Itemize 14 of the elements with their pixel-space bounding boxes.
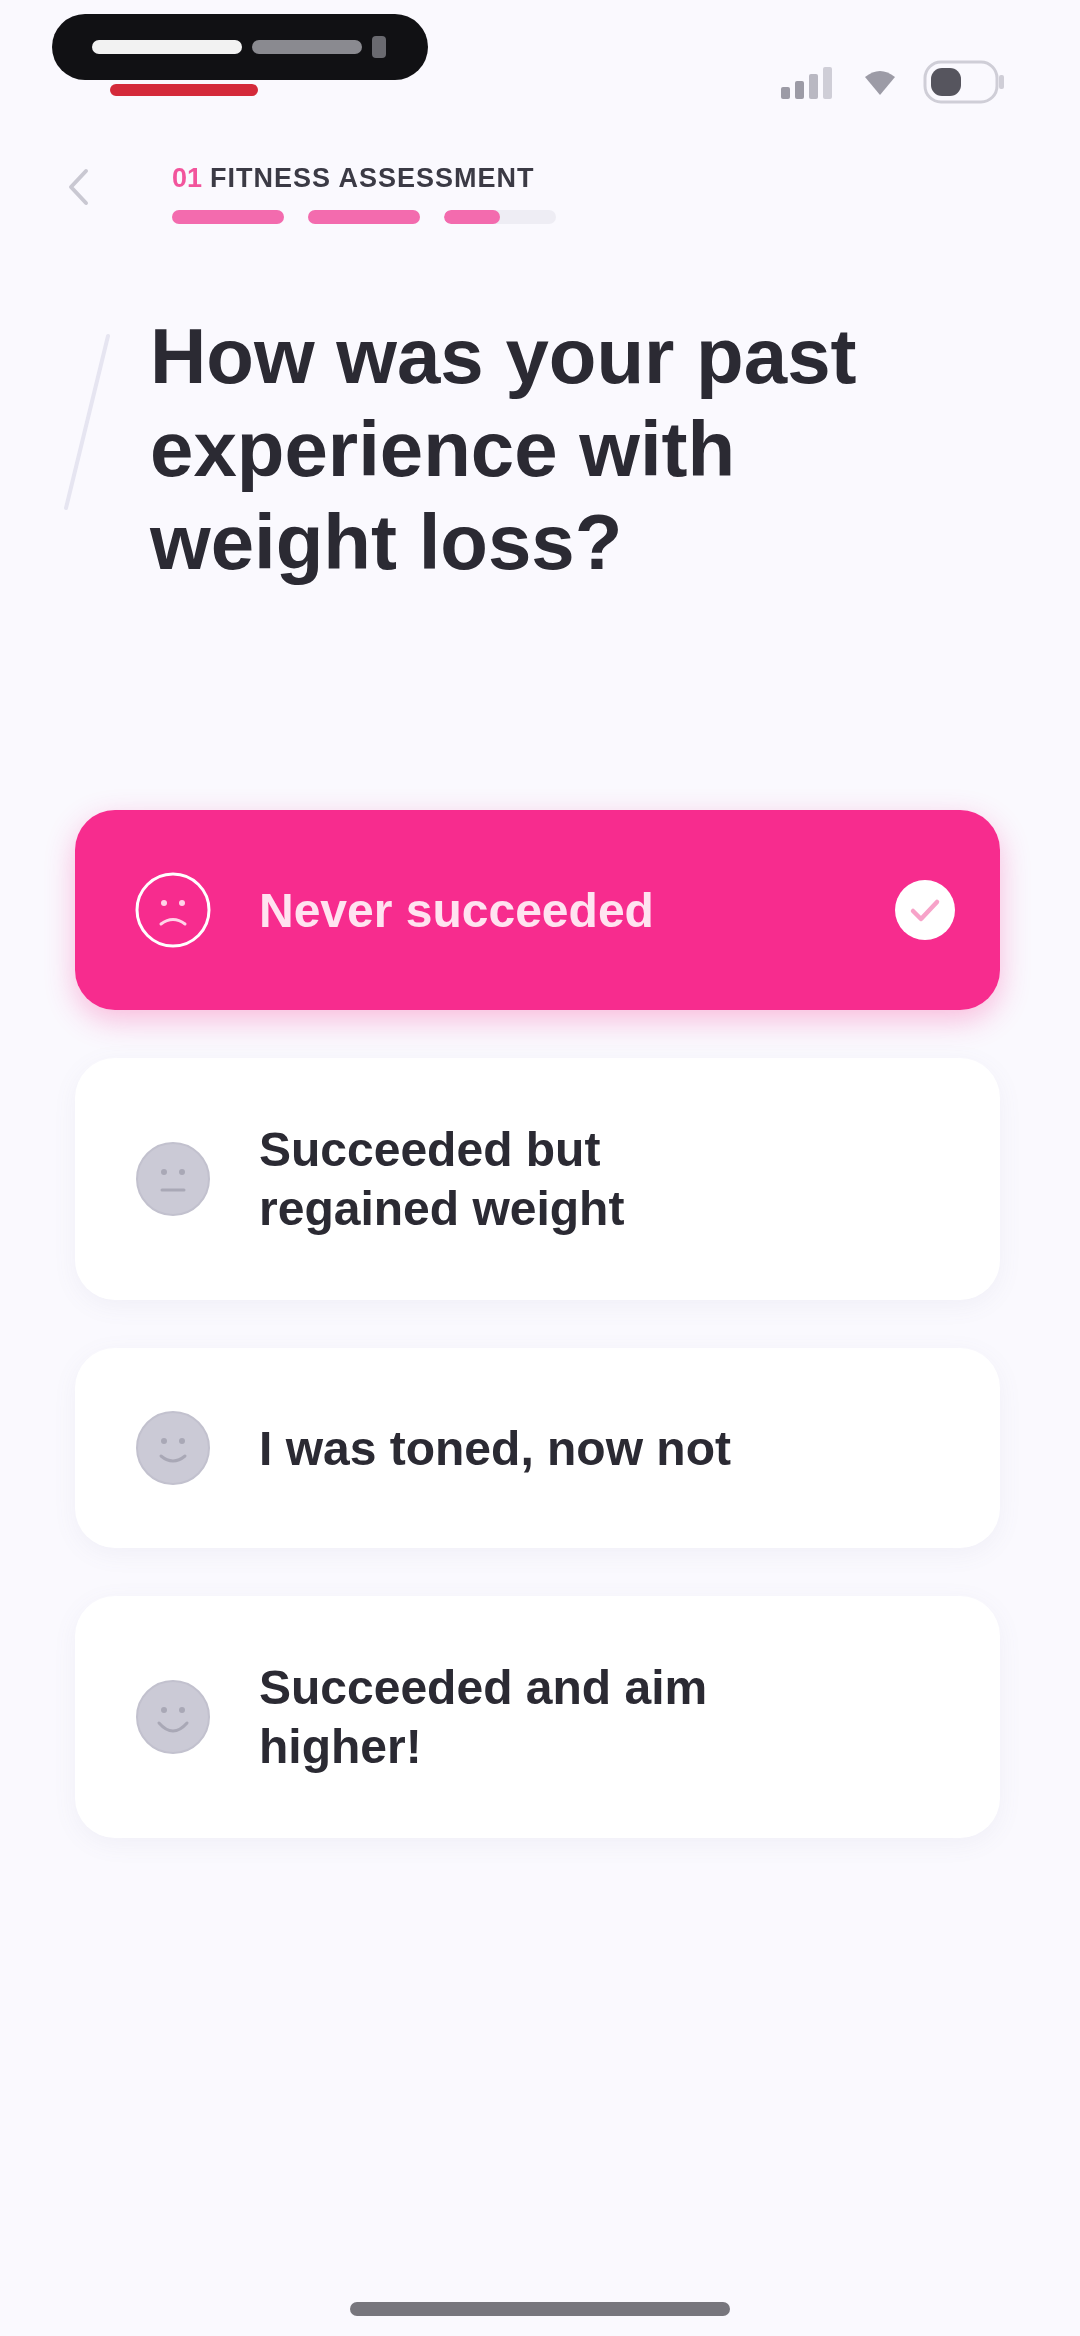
step-number: 01 xyxy=(172,162,203,194)
face-icon xyxy=(135,872,211,948)
answer-option[interactable]: I was toned, now not xyxy=(75,1348,1000,1548)
face-icon xyxy=(135,1679,211,1755)
face-icon xyxy=(135,1410,211,1486)
answer-option[interactable]: Succeeded but regained weight xyxy=(75,1058,1000,1300)
chevron-left-icon xyxy=(66,167,90,207)
wifi-icon xyxy=(863,68,897,96)
face-icon xyxy=(135,1141,211,1217)
check-icon xyxy=(894,879,956,941)
battery-icon xyxy=(923,60,1005,104)
section-title: FITNESS ASSESSMENT xyxy=(210,162,535,194)
answer-option[interactable]: Succeeded and aim higher! xyxy=(75,1596,1000,1838)
question-title: How was your past experience with weight loss? xyxy=(150,311,858,588)
